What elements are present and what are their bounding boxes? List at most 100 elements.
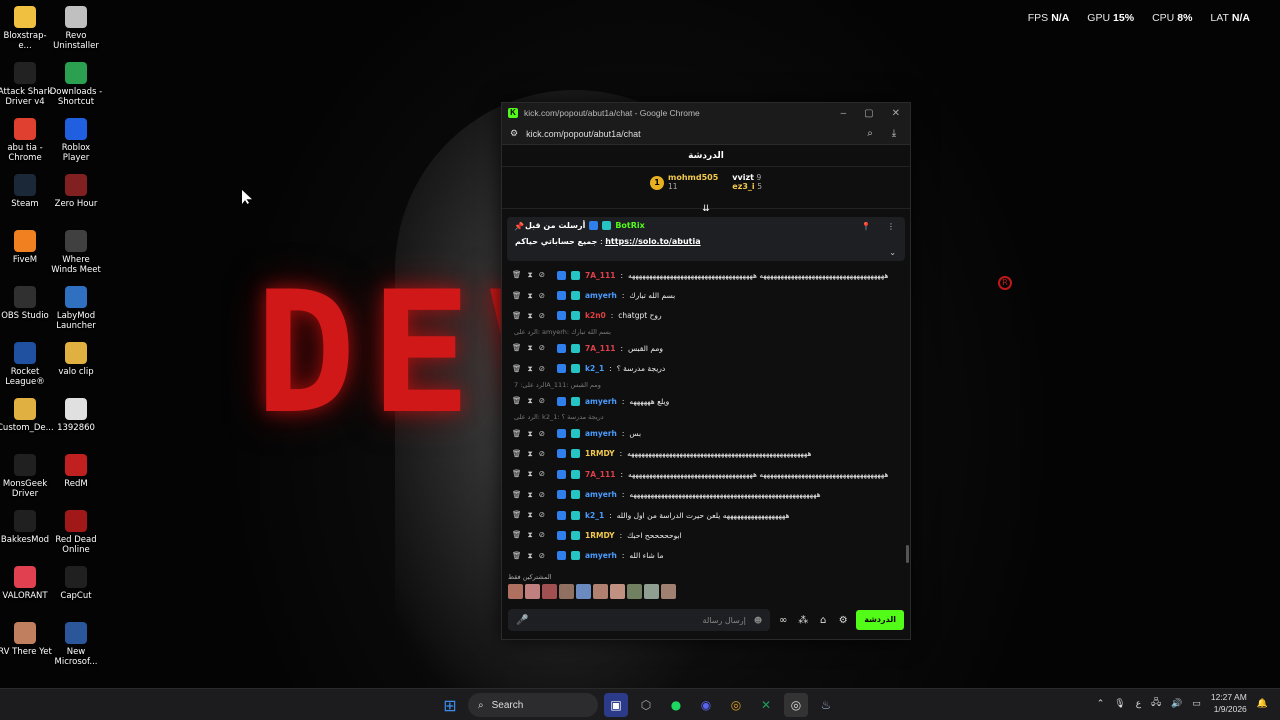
ban-icon[interactable]: ⊘ (539, 510, 545, 520)
pin-toggle-icon[interactable]: 📍 (861, 222, 871, 231)
leader-others[interactable]: vvizt 9 ez3_i 5 (732, 173, 762, 208)
delete-icon[interactable]: 🗑 (512, 311, 522, 321)
language-indicator[interactable]: ع (1136, 698, 1141, 709)
timeout-icon[interactable]: ⧗ (528, 343, 533, 353)
chat-message[interactable]: 🗑 ⧗ ⊘ k2_1: دريجة مدرسة ؟ (512, 359, 900, 379)
chat-username[interactable]: k2_1 (585, 511, 604, 520)
ban-icon[interactable]: ⊘ (539, 490, 545, 500)
subscriber-avatar[interactable] (593, 584, 608, 599)
ban-icon[interactable]: ⊘ (539, 530, 545, 540)
chat-scrollbar[interactable] (906, 545, 909, 563)
timeout-icon[interactable]: ⧗ (528, 449, 533, 459)
chat-message[interactable]: 🗑 ⧗ ⊘ amyerh: بسم الله تبارك (512, 285, 900, 305)
mic-icon[interactable]: 🎙 (1114, 698, 1125, 709)
clock[interactable]: 12:27 AM 1/9/2026 (1211, 691, 1247, 715)
chrome-window[interactable]: K kick.com/popout/abut1a/chat - Google C… (501, 102, 911, 640)
delete-icon[interactable]: 🗑 (512, 551, 522, 561)
timeout-icon[interactable]: ⧗ (528, 530, 533, 540)
desktop-icon[interactable]: abu tia - Chrome (0, 118, 53, 163)
download-icon[interactable]: ⤓ (886, 128, 902, 139)
pinned-bot-name[interactable]: BotRix (615, 221, 644, 230)
app-icon[interactable]: ▣ (604, 693, 628, 717)
subscriber-avatar[interactable] (627, 584, 642, 599)
ban-icon[interactable]: ⊘ (539, 449, 545, 459)
subscriber-avatar[interactable] (559, 584, 574, 599)
chat-username[interactable]: 7A_111 (585, 344, 615, 353)
chevron-down-icon[interactable]: ⌄ (889, 248, 896, 257)
address-bar[interactable]: ⚙ kick.com/popout/abut1a/chat ⌕ ⤓ (502, 123, 910, 145)
delete-icon[interactable]: 🗑 (512, 396, 522, 406)
chat-message[interactable]: 🗑 ⧗ ⊘ k2_1: ههههههههههههههههههه يلعن حيرت ال… (512, 505, 900, 525)
chat-message[interactable]: 🗑 ⧗ ⊘ amyerh: ويلع ههههههه (512, 391, 900, 411)
chrome-icon[interactable]: ◎ (724, 693, 748, 717)
delete-icon[interactable]: 🗑 (512, 429, 522, 439)
desktop-icon[interactable]: RedM (48, 454, 104, 489)
subscriber-avatar[interactable] (508, 584, 523, 599)
desktop-icon[interactable]: Roblox Player (48, 118, 104, 163)
chat-message[interactable]: 🗑 ⧗ ⊘ amyerh: ما شاء الله (512, 546, 900, 566)
delete-icon[interactable]: 🗑 (512, 449, 522, 459)
desktop-icon[interactable]: 1392860 (48, 398, 104, 433)
delete-icon[interactable]: 🗑 (512, 270, 522, 280)
chat-username[interactable]: 1RMDY (585, 531, 615, 540)
volume-icon[interactable]: 🔊 (1171, 698, 1182, 709)
spotify-icon[interactable]: ● (664, 693, 688, 717)
maximize-icon[interactable]: ▢ (864, 108, 873, 119)
chat-messages[interactable]: 🗑 ⧗ ⊘ 7A_111: هههههههههههههههههههههههههههههه… (502, 265, 910, 571)
ban-icon[interactable]: ⊘ (539, 551, 545, 561)
send-button[interactable]: الدردشة (856, 610, 904, 630)
chat-message[interactable]: 🗑 ⧗ ⊘ k2n0: chatgpt روح (512, 306, 900, 326)
desktop-icon[interactable]: BakkesMod (0, 510, 53, 545)
taskbar-search[interactable]: ⌕ Search (468, 693, 598, 717)
desktop-icon[interactable]: Custom_De... (0, 398, 54, 433)
app-icon[interactable]: ⬡ (634, 693, 658, 717)
battery-icon[interactable]: ▭ (1192, 698, 1201, 709)
chat-username[interactable]: amyerh (585, 551, 617, 560)
subscriber-avatar[interactable] (644, 584, 659, 599)
timeout-icon[interactable]: ⧗ (528, 490, 533, 500)
desktop-icon[interactable]: RV There Yet (0, 622, 53, 657)
ban-icon[interactable]: ⊘ (539, 469, 545, 479)
delete-icon[interactable]: 🗑 (512, 490, 522, 500)
settings-icon[interactable]: ⚙ (836, 615, 850, 626)
chat-message[interactable]: 🗑 ⧗ ⊘ 7A_111: ومم القبس (512, 338, 900, 358)
desktop-icon[interactable]: Downloads - Shortcut (48, 62, 104, 107)
desktop-icon[interactable]: Rocket League® (0, 342, 53, 387)
store-icon[interactable]: ⌂ (816, 615, 830, 626)
delete-icon[interactable]: 🗑 (512, 364, 522, 374)
url-text[interactable]: kick.com/popout/abut1a/chat (526, 129, 854, 139)
chevron-up-icon[interactable]: ⌃ (1097, 698, 1105, 709)
desktop-icon[interactable]: Zero Hour (48, 174, 104, 209)
chat-username[interactable]: amyerh (585, 490, 617, 499)
minimize-icon[interactable]: – (841, 108, 847, 119)
windows-start-icon[interactable]: ⊞ (438, 693, 462, 717)
chat-message[interactable]: 🗑⧗⊘k2n0:50 الدين (512, 566, 900, 571)
chat-username[interactable]: k2_1 (585, 364, 604, 373)
desktop-icon[interactable]: CapCut (48, 566, 104, 601)
delete-icon[interactable]: 🗑 (512, 343, 522, 353)
delete-icon[interactable]: 🗑 (512, 510, 522, 520)
chat-message[interactable]: 🗑 ⧗ ⊘ 7A_111: هههههههههههههههههههههههههههههه… (512, 265, 900, 285)
chat-username[interactable]: k2n0 (585, 311, 606, 320)
collapse-chevron-icon[interactable]: ⇊ (702, 204, 710, 214)
excel-icon[interactable]: ✕ (754, 693, 778, 717)
delete-icon[interactable]: 🗑 (512, 291, 522, 301)
chat-message[interactable]: 🗑 ⧗ ⊘ amyerh: هههههههههههههههههههههههههههههه… (512, 485, 900, 505)
subscriber-avatar[interactable] (576, 584, 591, 599)
site-info-icon[interactable]: ⚙ (510, 128, 518, 139)
chat-username[interactable]: 7A_111 (585, 470, 615, 479)
ban-icon[interactable]: ⊘ (539, 291, 545, 301)
users-icon[interactable]: ⁂ (796, 615, 810, 626)
subscriber-avatar[interactable] (661, 584, 676, 599)
mic-icon[interactable]: 🎤 (516, 615, 528, 626)
desktop-icon[interactable]: Revo Uninstaller (48, 6, 104, 51)
desktop-icon[interactable]: Steam (0, 174, 53, 209)
desktop-icon[interactable]: New Microsof... (48, 622, 104, 667)
chrome-active-icon[interactable]: ◎ (784, 693, 808, 717)
ban-icon[interactable]: ⊘ (539, 364, 545, 374)
ban-icon[interactable]: ⊘ (539, 429, 545, 439)
timeout-icon[interactable]: ⧗ (528, 469, 533, 479)
chat-username[interactable]: amyerh (585, 429, 617, 438)
ban-icon[interactable]: ⊘ (539, 396, 545, 406)
window-titlebar[interactable]: K kick.com/popout/abut1a/chat - Google C… (502, 103, 910, 123)
